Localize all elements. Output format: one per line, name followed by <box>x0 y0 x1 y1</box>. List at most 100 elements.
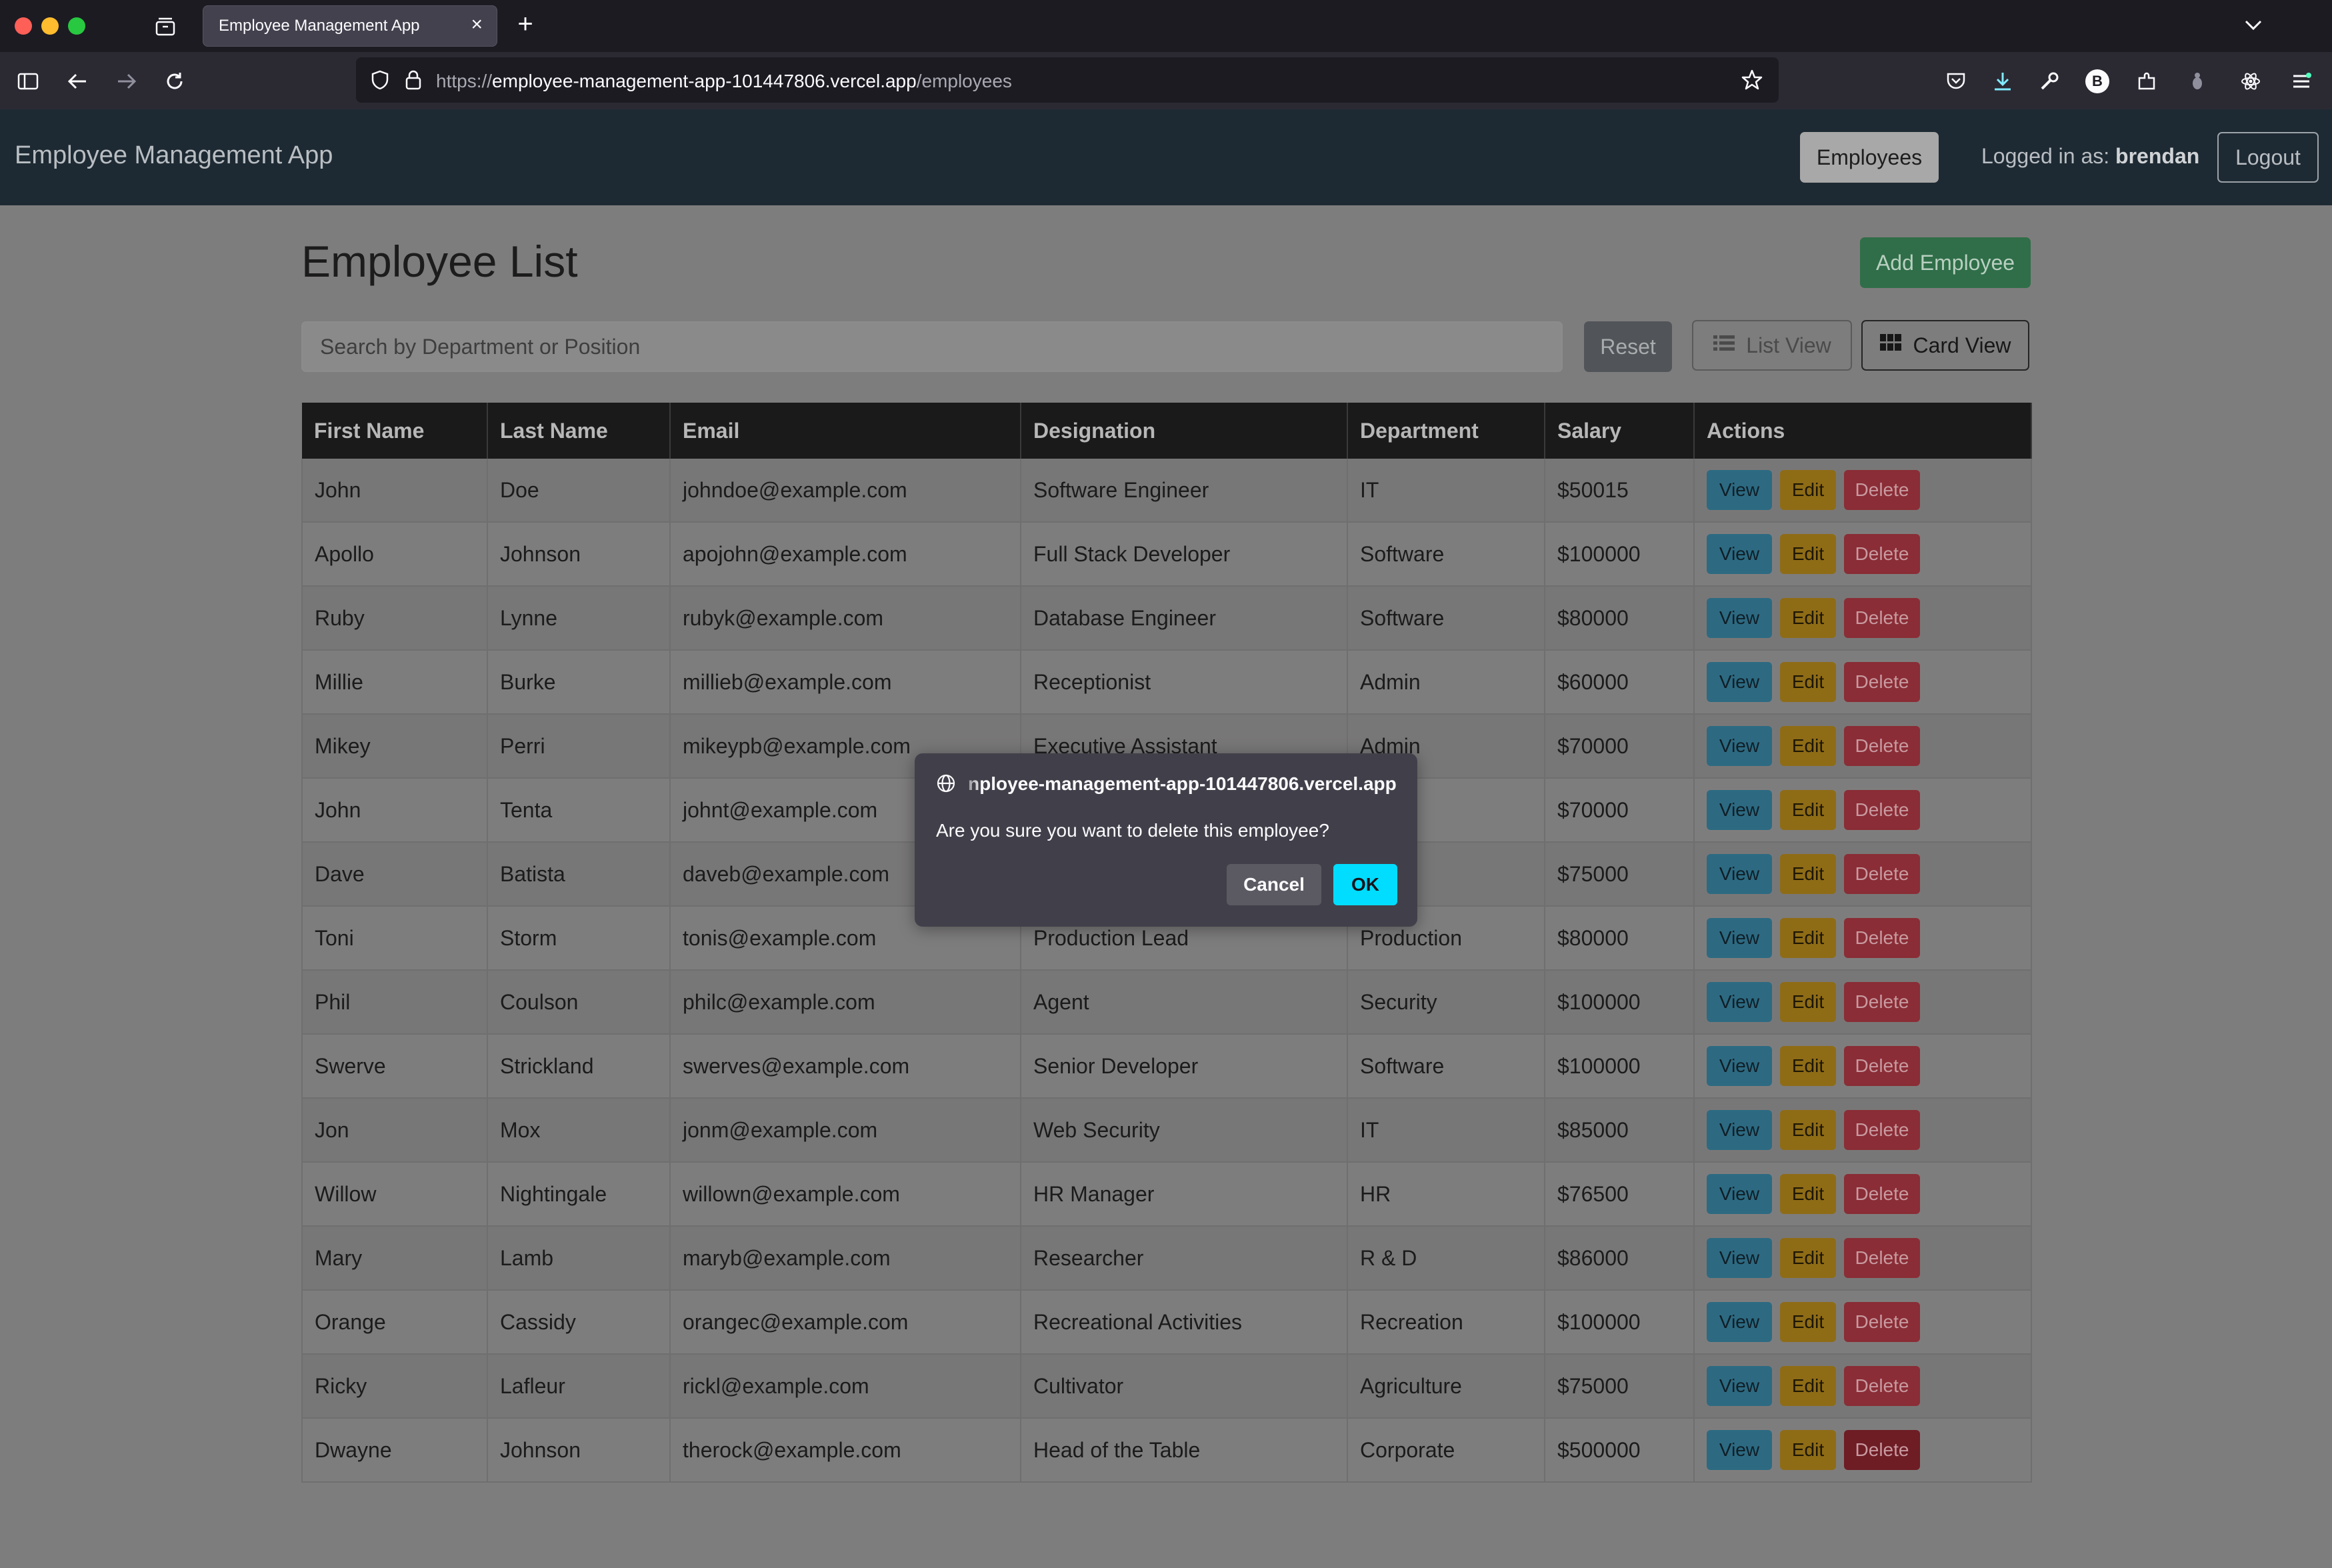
extension-icon[interactable] <box>2133 68 2160 95</box>
page-title: Employee List <box>301 237 578 286</box>
delete-button[interactable]: Delete <box>1844 982 1920 1022</box>
minimize-window-button[interactable] <box>41 17 59 35</box>
delete-button[interactable]: Delete <box>1844 726 1920 766</box>
wrench-icon[interactable] <box>2036 68 2063 95</box>
edit-button[interactable]: Edit <box>1780 982 1836 1022</box>
view-button[interactable]: View <box>1707 982 1772 1022</box>
chevron-down-icon[interactable] <box>2240 12 2267 39</box>
browser-nav-bar: https://employee-management-app-10144780… <box>0 52 2332 109</box>
sidebar-toggle-icon[interactable] <box>15 68 41 95</box>
dialog-message: Are you sure you want to delete this emp… <box>936 820 1329 841</box>
new-tab-button[interactable]: + <box>511 9 540 39</box>
forward-arrow-icon[interactable] <box>113 68 140 95</box>
lock-icon[interactable] <box>401 68 425 92</box>
delete-button[interactable]: Delete <box>1844 1238 1920 1278</box>
edit-button[interactable]: Edit <box>1780 1046 1836 1086</box>
department-cell: Software <box>1347 586 1545 651</box>
list-view-button[interactable]: List View <box>1692 320 1852 371</box>
delete-button[interactable]: Delete <box>1844 1046 1920 1086</box>
view-button[interactable]: View <box>1707 790 1772 830</box>
edit-button[interactable]: Edit <box>1780 790 1836 830</box>
email-cell: johndoe@example.com <box>670 459 1021 523</box>
reload-icon[interactable] <box>161 68 188 95</box>
column-header[interactable]: Last Name <box>487 403 671 459</box>
edit-button[interactable]: Edit <box>1780 1366 1836 1406</box>
view-button[interactable]: View <box>1707 1174 1772 1214</box>
back-arrow-icon[interactable] <box>64 68 91 95</box>
react-devtools-icon[interactable] <box>2237 68 2264 95</box>
view-button[interactable]: View <box>1707 854 1772 894</box>
column-header[interactable]: Department <box>1347 403 1545 459</box>
close-window-button[interactable] <box>15 17 32 35</box>
view-button[interactable]: View <box>1707 1238 1772 1278</box>
add-employee-button[interactable]: Add Employee <box>1860 237 2031 288</box>
logout-button[interactable]: Logout <box>2217 132 2319 183</box>
actions-cell: View Edit Delete <box>1694 586 2032 651</box>
reset-button[interactable]: Reset <box>1584 321 1672 372</box>
view-button[interactable]: View <box>1707 598 1772 638</box>
card-view-button[interactable]: Card View <box>1861 320 2029 371</box>
view-button[interactable]: View <box>1707 1302 1772 1342</box>
view-button[interactable]: View <box>1707 534 1772 574</box>
edit-button[interactable]: Edit <box>1780 534 1836 574</box>
privacy-icon[interactable] <box>2184 68 2211 95</box>
delete-button[interactable]: Delete <box>1844 1110 1920 1150</box>
cancel-button[interactable]: Cancel <box>1227 864 1321 905</box>
edit-button[interactable]: Edit <box>1780 1174 1836 1214</box>
actions-cell: View Edit Delete <box>1694 1354 2032 1419</box>
close-tab-icon[interactable]: × <box>471 13 483 36</box>
edit-button[interactable]: Edit <box>1780 726 1836 766</box>
delete-button[interactable]: Delete <box>1844 1430 1920 1470</box>
column-header[interactable]: Email <box>670 403 1021 459</box>
view-button[interactable]: View <box>1707 1366 1772 1406</box>
column-header[interactable]: Designation <box>1021 403 1348 459</box>
delete-button[interactable]: Delete <box>1844 1174 1920 1214</box>
edit-button[interactable]: Edit <box>1780 1430 1836 1470</box>
delete-button[interactable]: Delete <box>1844 854 1920 894</box>
view-button[interactable]: View <box>1707 918 1772 958</box>
table-row: Dwayne Johnson therock@example.com Head of … <box>301 1418 2032 1483</box>
app-brand[interactable]: Employee Management App <box>15 141 333 170</box>
edit-button[interactable]: Edit <box>1780 1238 1836 1278</box>
downloads-icon[interactable] <box>1989 68 2016 95</box>
tab-employee-management[interactable]: Employee Management App × <box>203 5 497 47</box>
ok-button[interactable]: OK <box>1333 864 1397 905</box>
delete-button[interactable]: Delete <box>1844 918 1920 958</box>
edit-button[interactable]: Edit <box>1780 662 1836 702</box>
edit-button[interactable]: Edit <box>1780 854 1836 894</box>
first-name-cell: Millie <box>301 650 488 715</box>
tab-overview-icon[interactable] <box>152 13 179 40</box>
column-header[interactable]: Salary <box>1545 403 1695 459</box>
search-input[interactable]: Search by Department or Position <box>301 321 1563 372</box>
column-header[interactable]: First Name <box>302 403 488 459</box>
delete-button[interactable]: Delete <box>1844 534 1920 574</box>
view-button[interactable]: View <box>1707 662 1772 702</box>
edit-button[interactable]: Edit <box>1780 1302 1836 1342</box>
delete-button[interactable]: Delete <box>1844 662 1920 702</box>
view-button[interactable]: View <box>1707 470 1772 510</box>
employees-nav-button[interactable]: Employees <box>1800 132 1939 183</box>
email-cell: swerves@example.com <box>670 1034 1021 1099</box>
url-bar[interactable]: https://employee-management-app-10144780… <box>356 57 1779 103</box>
edit-button[interactable]: Edit <box>1780 598 1836 638</box>
delete-button[interactable]: Delete <box>1844 1366 1920 1406</box>
zoom-window-button[interactable] <box>68 17 85 35</box>
edit-button[interactable]: Edit <box>1780 1110 1836 1150</box>
edit-button[interactable]: Edit <box>1780 918 1836 958</box>
bookmark-star-icon[interactable] <box>1740 68 1764 92</box>
menu-icon[interactable] <box>2288 68 2315 95</box>
delete-button[interactable]: Delete <box>1844 1302 1920 1342</box>
view-button[interactable]: View <box>1707 726 1772 766</box>
delete-button[interactable]: Delete <box>1844 598 1920 638</box>
pocket-icon[interactable] <box>1943 68 1969 95</box>
url-text[interactable]: https://employee-management-app-10144780… <box>436 71 1012 92</box>
email-cell: willown@example.com <box>670 1162 1021 1227</box>
delete-button[interactable]: Delete <box>1844 470 1920 510</box>
view-button[interactable]: View <box>1707 1046 1772 1086</box>
view-button[interactable]: View <box>1707 1110 1772 1150</box>
account-icon[interactable]: B <box>2085 69 2109 93</box>
view-button[interactable]: View <box>1707 1430 1772 1470</box>
delete-button[interactable]: Delete <box>1844 790 1920 830</box>
edit-button[interactable]: Edit <box>1780 470 1836 510</box>
shield-icon[interactable] <box>368 68 392 92</box>
